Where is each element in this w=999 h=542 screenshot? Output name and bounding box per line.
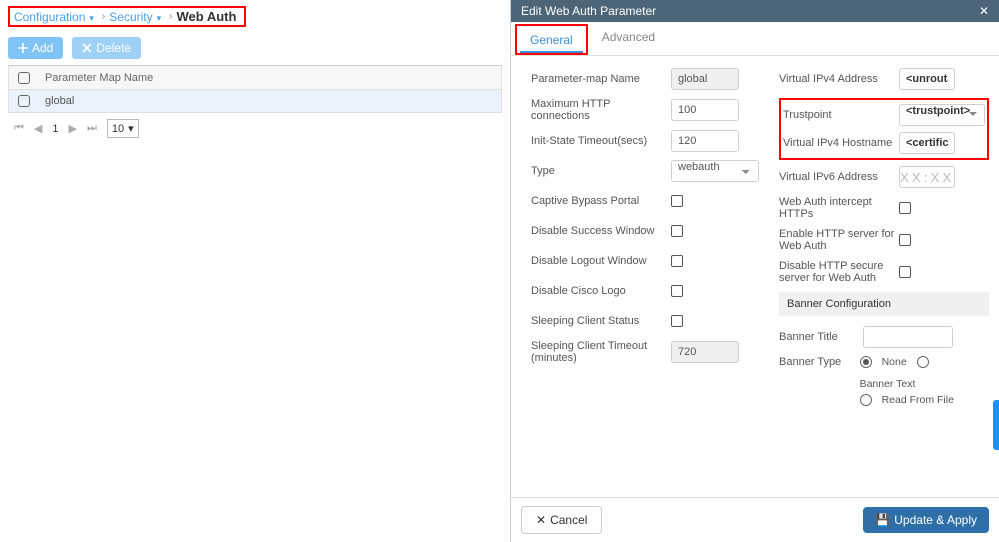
type-select-value: webauth (671, 160, 759, 182)
x-icon (82, 43, 92, 53)
row-name: global (39, 95, 501, 107)
breadcrumb-security[interactable]: Security▾ (109, 10, 165, 24)
disable-success-checkbox[interactable] (671, 225, 683, 237)
max-http-label: Maximum HTTP connections (531, 98, 671, 122)
table-row[interactable]: global (9, 90, 501, 112)
delete-button[interactable]: Delete (72, 37, 141, 59)
disable-logout-label: Disable Logout Window (531, 255, 671, 267)
chevron-right-icon: › (169, 11, 172, 22)
banner-title-field[interactable] (863, 326, 953, 348)
modal-title: Edit Web Auth Parameter (521, 4, 656, 18)
init-state-label: Init-State Timeout(secs) (531, 135, 671, 147)
pager-prev-icon[interactable]: ◀ (34, 122, 42, 135)
vipv4-host-label: Virtual IPv4 Hostname (783, 137, 899, 149)
highlight-trustpoint-hostname: Trustpoint <trustpoint> Virtual IPv4 Hos… (779, 98, 989, 160)
disable-https-label: Disable HTTP secure server for Web Auth (779, 260, 899, 284)
param-map-table: Parameter Map Name global (8, 65, 502, 113)
cancel-button[interactable]: ✕ Cancel (521, 506, 602, 534)
pager-page: 1 (52, 123, 58, 135)
update-apply-label: Update & Apply (894, 513, 977, 527)
modal-footer: ✕ Cancel 💾 Update & Apply (511, 497, 999, 542)
pager: ⏮ ◀ 1 ▶ ⏭ 10 ▾ (8, 119, 502, 138)
banner-type-file-radio[interactable] (860, 394, 872, 406)
tab-general[interactable]: General (520, 29, 583, 53)
pager-size-select[interactable]: 10 ▾ (107, 119, 139, 138)
sleep-timeout-field (671, 341, 739, 363)
enable-http-checkbox[interactable] (899, 234, 911, 246)
breadcrumb-security-label: Security (109, 10, 152, 24)
banner-type-none-radio[interactable] (860, 356, 872, 368)
update-apply-button[interactable]: 💾 Update & Apply (863, 507, 989, 533)
captive-bypass-checkbox[interactable] (671, 195, 683, 207)
pager-last-icon[interactable]: ⏭ (87, 122, 97, 135)
disable-success-label: Disable Success Window (531, 225, 671, 237)
toolbar: Add Delete (8, 37, 502, 59)
tab-advanced[interactable]: Advanced (588, 22, 669, 55)
pager-size-value: 10 (112, 123, 124, 135)
add-button[interactable]: Add (8, 37, 63, 59)
vipv4-host-field[interactable] (899, 132, 955, 154)
banner-type-none-label: None (882, 356, 907, 368)
select-all-checkbox[interactable] (18, 72, 30, 84)
cancel-button-label: Cancel (550, 513, 587, 527)
edit-parameter-modal: Edit Web Auth Parameter ✕ General Advanc… (510, 0, 999, 542)
type-select[interactable]: webauth (671, 160, 759, 182)
init-state-field[interactable] (671, 130, 739, 152)
trustpoint-select[interactable]: <trustpoint> (899, 104, 985, 126)
x-icon: ✕ (536, 513, 546, 527)
banner-title-label: Banner Title (779, 331, 863, 343)
max-http-field[interactable] (671, 99, 739, 121)
banner-type-label: Banner Type (779, 356, 860, 368)
banner-type-text-radio[interactable] (917, 356, 929, 368)
add-button-label: Add (32, 41, 53, 55)
vipv6-addr-label: Virtual IPv6 Address (779, 171, 899, 183)
plus-icon (18, 43, 28, 53)
sleep-status-checkbox[interactable] (671, 315, 683, 327)
delete-button-label: Delete (96, 41, 131, 55)
pager-first-icon[interactable]: ⏮ (14, 122, 24, 135)
breadcrumb: Configuration▾ › Security▾ › Web Auth (8, 6, 246, 27)
disable-logout-checkbox[interactable] (671, 255, 683, 267)
side-handle[interactable] (993, 400, 999, 450)
disable-https-checkbox[interactable] (899, 266, 911, 278)
param-map-name-field (671, 68, 739, 90)
intercept-https-label: Web Auth intercept HTTPs (779, 196, 899, 220)
breadcrumb-configuration[interactable]: Configuration▾ (14, 10, 98, 24)
dropdown-icon: ▾ (128, 122, 134, 135)
modal-header: Edit Web Auth Parameter ✕ (511, 0, 999, 22)
row-checkbox[interactable] (18, 95, 30, 107)
intercept-https-checkbox[interactable] (899, 202, 911, 214)
sleep-timeout-label: Sleeping Client Timeout (minutes) (531, 340, 671, 364)
close-icon[interactable]: ✕ (979, 4, 989, 18)
column-header-name[interactable]: Parameter Map Name (39, 72, 501, 84)
sleep-status-label: Sleeping Client Status (531, 315, 671, 327)
enable-http-label: Enable HTTP server for Web Auth (779, 228, 899, 252)
banner-type-text-label: Banner Text (860, 378, 916, 390)
trustpoint-label: Trustpoint (783, 109, 899, 121)
chevron-down-icon (969, 112, 977, 116)
vipv4-addr-label: Virtual IPv4 Address (779, 73, 899, 85)
vipv6-addr-field[interactable] (899, 166, 955, 188)
disable-cisco-checkbox[interactable] (671, 285, 683, 297)
breadcrumb-current: Web Auth (177, 9, 237, 24)
save-icon: 💾 (875, 513, 890, 527)
type-label: Type (531, 165, 671, 177)
table-header-row: Parameter Map Name (9, 66, 501, 90)
breadcrumb-configuration-label: Configuration (14, 10, 85, 24)
banner-type-file-label: Read From File (882, 394, 954, 406)
disable-cisco-label: Disable Cisco Logo (531, 285, 671, 297)
banner-config-header: Banner Configuration (779, 292, 989, 316)
tab-bar: General Advanced (511, 22, 999, 56)
captive-bypass-label: Captive Bypass Portal (531, 195, 671, 207)
pager-next-icon[interactable]: ▶ (69, 122, 77, 135)
chevron-right-icon: › (102, 11, 105, 22)
vipv4-addr-field[interactable] (899, 68, 955, 90)
param-map-name-label: Parameter-map Name (531, 73, 671, 85)
tab-general-highlight: General (515, 24, 588, 55)
